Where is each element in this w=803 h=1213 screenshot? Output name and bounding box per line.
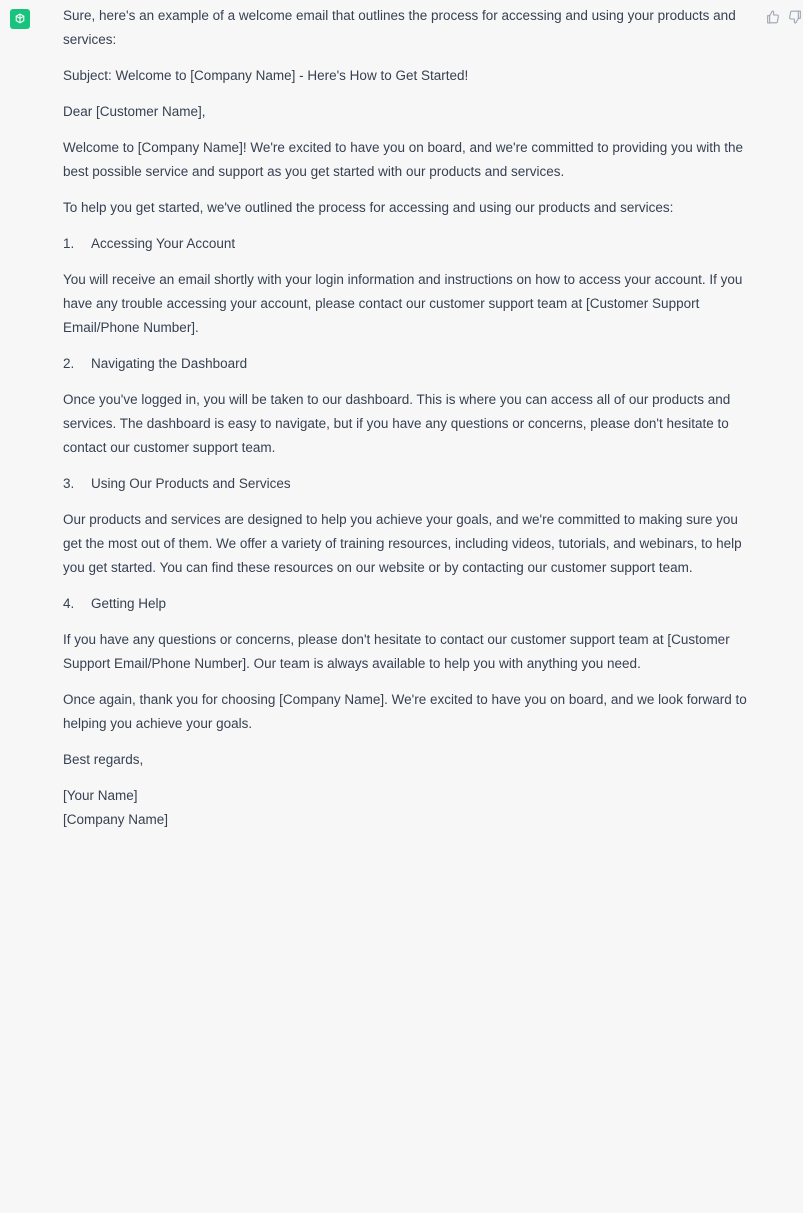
list-item-title: Accessing Your Account: [91, 236, 236, 251]
sign-off: Best regards,: [63, 752, 144, 767]
closing-paragraph: Once again, thank you for choosing [Comp…: [63, 692, 747, 731]
list-item-number: 4.: [63, 596, 75, 611]
feedback-controls: [765, 9, 803, 25]
intro-text: Sure, here's an example of a welcome ema…: [63, 8, 736, 47]
welcome-paragraph: Welcome to [Company Name]! We're excited…: [63, 140, 743, 179]
list-item: 1. Accessing Your Account: [63, 232, 753, 256]
assistant-avatar: [10, 9, 30, 29]
signature-company: [Company Name]: [63, 812, 169, 827]
email-subject: Subject: Welcome to [Company Name] - Her…: [63, 68, 469, 83]
list-item: 3. Using Our Products and Services: [63, 472, 753, 496]
list-item: 4. Getting Help: [63, 592, 753, 616]
thumbs-down-icon[interactable]: [787, 9, 803, 25]
list-item-number: 1.: [63, 236, 75, 251]
signature-name: [Your Name]: [63, 788, 138, 803]
step-body: Once you've logged in, you will be taken…: [63, 392, 731, 455]
step-body: If you have any questions or concerns, p…: [63, 632, 730, 671]
list-item-title: Getting Help: [91, 596, 167, 611]
list-item: 2. Navigating the Dashboard: [63, 352, 753, 376]
list-item-title: Using Our Products and Services: [91, 476, 291, 491]
list-item-title: Navigating the Dashboard: [91, 356, 248, 371]
outline-paragraph: To help you get started, we've outlined …: [63, 200, 674, 215]
openai-logo-icon: [15, 13, 25, 24]
email-greeting: Dear [Customer Name],: [63, 104, 206, 119]
step-body: Our products and services are designed t…: [63, 512, 742, 575]
assistant-message: Sure, here's an example of a welcome ema…: [63, 4, 753, 832]
list-item-number: 2.: [63, 356, 75, 371]
list-item-number: 3.: [63, 476, 75, 491]
thumbs-up-icon[interactable]: [765, 9, 781, 25]
step-body: You will receive an email shortly with y…: [63, 272, 743, 335]
